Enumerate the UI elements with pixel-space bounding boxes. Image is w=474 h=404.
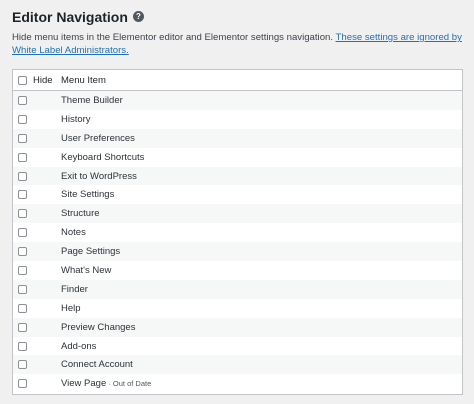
- menu-item-label: View Page: [61, 378, 107, 390]
- help-icon[interactable]: ?: [132, 10, 144, 22]
- hide-checkbox[interactable]: [18, 95, 27, 105]
- select-all-checkbox[interactable]: [18, 75, 27, 85]
- menu-item-label: Connect Account: [61, 359, 133, 371]
- menu-item-column-header: Menu Item: [61, 74, 106, 86]
- section-description: Hide menu items in the Elementor editor …: [12, 31, 467, 57]
- table-row: History: [13, 109, 462, 129]
- table-row: View Page · Out of Date: [13, 374, 462, 394]
- menu-item-label: What's New: [61, 264, 112, 276]
- menu-item-label: Structure: [61, 208, 100, 220]
- table-row: What's New: [13, 261, 462, 280]
- menu-item-label: Notes: [61, 227, 86, 239]
- table-row: Keyboard Shortcuts: [13, 147, 462, 167]
- hide-checkbox[interactable]: [18, 228, 27, 238]
- table-body: Theme Builder History User Preferences Keyb…: [13, 91, 462, 394]
- table-row: Theme Builder: [13, 91, 462, 110]
- status-badge: · Out of Date: [106, 379, 152, 389]
- menu-item-label: Page Settings: [61, 246, 121, 258]
- hide-checkbox[interactable]: [18, 360, 27, 370]
- menu-item-label: Keyboard Shortcuts: [61, 151, 145, 163]
- table-row: Exit to WordPress: [13, 166, 462, 186]
- hide-checkbox[interactable]: [18, 209, 27, 219]
- table-row: Preview Changes: [13, 317, 462, 337]
- table-row: Connect Account: [13, 355, 462, 375]
- hide-checkbox[interactable]: [18, 247, 27, 257]
- menu-item-label: History: [61, 113, 91, 125]
- hide-column-header: Hide: [33, 74, 53, 86]
- hide-checkbox[interactable]: [18, 341, 27, 351]
- hide-checkbox[interactable]: [18, 379, 27, 389]
- menu-items-table: Hide Menu Item Theme Builder History User …: [12, 69, 463, 395]
- table-row: Add-ons: [13, 336, 462, 356]
- menu-item-label: Help: [61, 302, 81, 314]
- hide-checkbox[interactable]: [18, 171, 27, 181]
- section-header: Editor Navigation ?: [12, 9, 144, 25]
- menu-item-label: Theme Builder: [61, 94, 123, 106]
- menu-item-label: Site Settings: [61, 189, 115, 201]
- hide-checkbox[interactable]: [18, 284, 27, 294]
- hide-checkbox[interactable]: [18, 114, 27, 124]
- menu-item-label: Finder: [61, 283, 88, 295]
- table-row: Site Settings: [13, 185, 462, 205]
- page-title: Editor Navigation: [12, 9, 128, 25]
- hide-checkbox[interactable]: [18, 303, 27, 313]
- hide-checkbox[interactable]: [18, 190, 27, 200]
- menu-item-label: Exit to WordPress: [61, 170, 137, 182]
- menu-item-label: Add-ons: [61, 340, 97, 352]
- hide-checkbox[interactable]: [18, 322, 27, 332]
- table-row: Structure: [13, 204, 462, 224]
- table-row: Finder: [13, 279, 462, 299]
- table-row: Page Settings: [13, 242, 462, 262]
- hide-checkbox[interactable]: [18, 152, 27, 162]
- menu-item-label: Preview Changes: [61, 321, 136, 333]
- table-row: User Preferences: [13, 128, 462, 148]
- menu-item-label: User Preferences: [61, 132, 135, 144]
- table-row: Help: [13, 298, 462, 318]
- table-header: Hide Menu Item: [13, 70, 462, 91]
- hide-checkbox[interactable]: [18, 133, 27, 143]
- hide-checkbox[interactable]: [18, 265, 27, 275]
- table-row: Notes: [13, 223, 462, 243]
- description-text: Hide menu items in the Elementor editor …: [12, 32, 336, 43]
